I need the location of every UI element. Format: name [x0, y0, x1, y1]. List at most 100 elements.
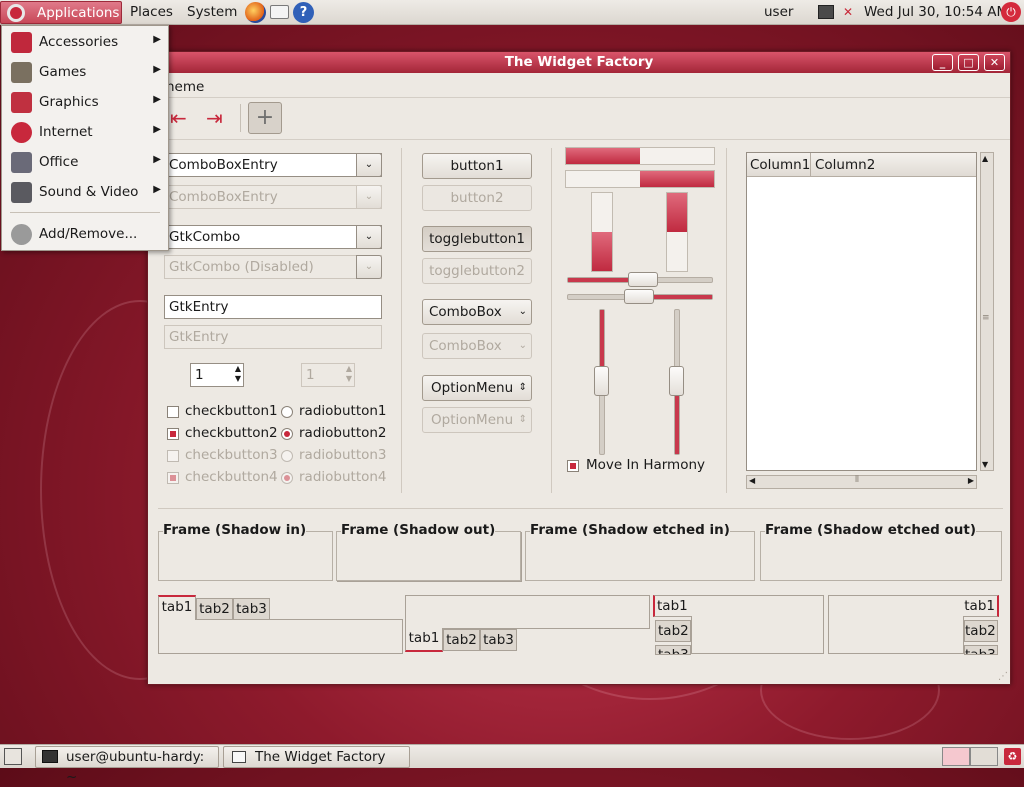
- frame-title: Frame (Shadow etched in): [530, 522, 730, 538]
- menu-item-sound-video[interactable]: Sound & Video ▶: [3, 178, 167, 206]
- gtk-entry-disabled: GtkEntry: [164, 325, 382, 349]
- workspace-2[interactable]: [970, 747, 998, 766]
- radiobutton1-circle[interactable]: [281, 406, 293, 418]
- close-button[interactable]: ✕: [984, 54, 1005, 71]
- gtk-combo[interactable]: GtkCombo ⌄: [164, 225, 382, 249]
- maximize-button[interactable]: □: [958, 54, 979, 71]
- go-last-icon[interactable]: ⇥: [206, 106, 223, 130]
- scroll-left-icon[interactable]: ◀: [749, 476, 755, 485]
- applications-dropdown: Accessories ▶ Games ▶ Graphics ▶ Interne…: [1, 25, 169, 251]
- tab-tab2[interactable]: tab2: [655, 620, 691, 642]
- menu-theme[interactable]: heme: [166, 79, 204, 95]
- shutdown-icon[interactable]: ⏻: [1001, 2, 1021, 22]
- scroll-right-icon[interactable]: ▶: [968, 476, 974, 485]
- applications-menu[interactable]: Applications: [0, 1, 122, 24]
- togglebutton1[interactable]: togglebutton1: [422, 226, 532, 252]
- tree-horizontal-scrollbar[interactable]: ◀ ⦀ ▶: [746, 475, 977, 489]
- chevron-down-icon[interactable]: ⌄: [356, 153, 382, 177]
- window-icon: [232, 751, 246, 763]
- window-titlebar[interactable]: The Widget Factory _ □ ✕: [148, 52, 1010, 73]
- tab-tab3[interactable]: tab3: [233, 598, 270, 620]
- notebook-tabs-bottom: [405, 595, 650, 629]
- tree-column1-header[interactable]: Column1: [750, 157, 810, 173]
- spin-arrows-icon[interactable]: ▲ ▼: [235, 364, 241, 384]
- radiobutton1-label[interactable]: radiobutton1: [299, 403, 387, 419]
- tab-tab1[interactable]: tab1: [158, 595, 196, 620]
- trash-icon[interactable]: ♻: [1004, 748, 1021, 765]
- menu-item-games[interactable]: Games ▶: [3, 58, 167, 86]
- accessories-icon: [11, 32, 32, 53]
- workspace-1[interactable]: [942, 747, 970, 766]
- tab-tab2[interactable]: tab2: [964, 620, 998, 642]
- hscale-fill: [568, 278, 632, 282]
- resize-grip-icon[interactable]: ⋰: [998, 671, 1008, 682]
- progressbar-horizontal-2: [565, 170, 715, 188]
- button1[interactable]: button1: [422, 153, 532, 179]
- combobox-entry[interactable]: ComboBoxEntry ⌄: [164, 153, 382, 177]
- checkbutton2-label[interactable]: checkbutton2: [185, 425, 278, 441]
- checkbutton1-label[interactable]: checkbutton1: [185, 403, 278, 419]
- menu-item-internet[interactable]: Internet ▶: [3, 118, 167, 146]
- menu-item-accessories[interactable]: Accessories ▶: [3, 28, 167, 56]
- tab-tab1[interactable]: tab1: [653, 595, 692, 617]
- system-menu[interactable]: System: [181, 1, 243, 24]
- hscale-1-slider[interactable]: [628, 272, 658, 287]
- tree-view[interactable]: Column1 Column2: [746, 152, 977, 471]
- tab-tab3[interactable]: tab3: [655, 645, 691, 655]
- checkbutton2-box[interactable]: [167, 428, 179, 440]
- scroll-grip-icon[interactable]: ≡: [982, 313, 990, 323]
- tree-vertical-scrollbar[interactable]: ▲ ≡ ▼: [980, 152, 994, 471]
- add-icon[interactable]: +: [248, 102, 282, 134]
- go-first-icon[interactable]: ⇤: [170, 106, 187, 130]
- bottom-panel: user@ubuntu-hardy: ~ The Widget Factory …: [0, 744, 1024, 785]
- tab-tab3[interactable]: tab3: [964, 645, 998, 655]
- taskbar-widget-factory[interactable]: The Widget Factory: [223, 746, 410, 768]
- ubuntu-logo-icon: [7, 4, 25, 22]
- menu-item-add-remove[interactable]: Add/Remove...: [3, 220, 167, 248]
- checkbutton3-label: checkbutton3: [185, 447, 278, 463]
- chevron-down-icon[interactable]: ⌄: [356, 225, 382, 249]
- hscale-2-slider[interactable]: [624, 289, 654, 304]
- taskbar-terminal[interactable]: user@ubuntu-hardy: ~: [35, 746, 219, 785]
- scroll-down-icon[interactable]: ▼: [982, 460, 988, 469]
- mail-icon[interactable]: [270, 5, 289, 19]
- radiobutton3-circle: [281, 450, 293, 462]
- scroll-up-icon[interactable]: ▲: [982, 154, 988, 163]
- tree-column2-header[interactable]: Column2: [815, 157, 875, 173]
- combobox[interactable]: ComboBox ⌄: [422, 299, 532, 325]
- menu-item-graphics[interactable]: Graphics ▶: [3, 88, 167, 116]
- vscale-2-slider[interactable]: [669, 366, 684, 396]
- checkbutton1-box[interactable]: [167, 406, 179, 418]
- tab-tab2[interactable]: tab2: [443, 629, 480, 651]
- clock[interactable]: Wed Jul 30, 10:54 AM: [864, 4, 1008, 20]
- menu-item-office[interactable]: Office ▶: [3, 148, 167, 176]
- user-name[interactable]: user: [764, 4, 793, 20]
- move-in-harmony-box[interactable]: [567, 460, 579, 472]
- network-icon[interactable]: [818, 5, 834, 19]
- minimize-button[interactable]: _: [932, 54, 953, 71]
- volume-muted-icon[interactable]: ✕: [843, 5, 859, 19]
- scroll-grip-icon[interactable]: ⦀: [855, 475, 859, 485]
- tab-tab1[interactable]: tab1: [963, 595, 999, 617]
- chevron-down-icon: ⌄: [518, 340, 527, 351]
- notebook-tabs-top: [158, 619, 403, 654]
- option-menu-disabled: OptionMenu ⇕: [422, 407, 532, 433]
- radiobutton2-label[interactable]: radiobutton2: [299, 425, 387, 441]
- tab-tab1[interactable]: tab1: [405, 628, 443, 652]
- show-desktop-icon[interactable]: [4, 748, 22, 765]
- help-icon[interactable]: ?: [293, 2, 314, 23]
- togglebutton2: togglebutton2: [422, 258, 532, 284]
- frame-title: Frame (Shadow in): [163, 522, 307, 538]
- checkbutton3-box: [167, 450, 179, 462]
- vscale-1-slider[interactable]: [594, 366, 609, 396]
- firefox-icon[interactable]: [245, 2, 266, 23]
- option-menu[interactable]: OptionMenu ⇕: [422, 375, 532, 401]
- checkbutton4-label: checkbutton4: [185, 469, 278, 485]
- tab-tab2[interactable]: tab2: [196, 598, 233, 620]
- spin-button[interactable]: 1 ▲ ▼: [190, 363, 244, 387]
- tab-tab3[interactable]: tab3: [480, 629, 517, 651]
- places-menu[interactable]: Places: [124, 1, 179, 24]
- move-in-harmony-label[interactable]: Move In Harmony: [586, 457, 705, 473]
- radiobutton2-circle[interactable]: [281, 428, 293, 440]
- gtk-entry[interactable]: GtkEntry: [164, 295, 382, 319]
